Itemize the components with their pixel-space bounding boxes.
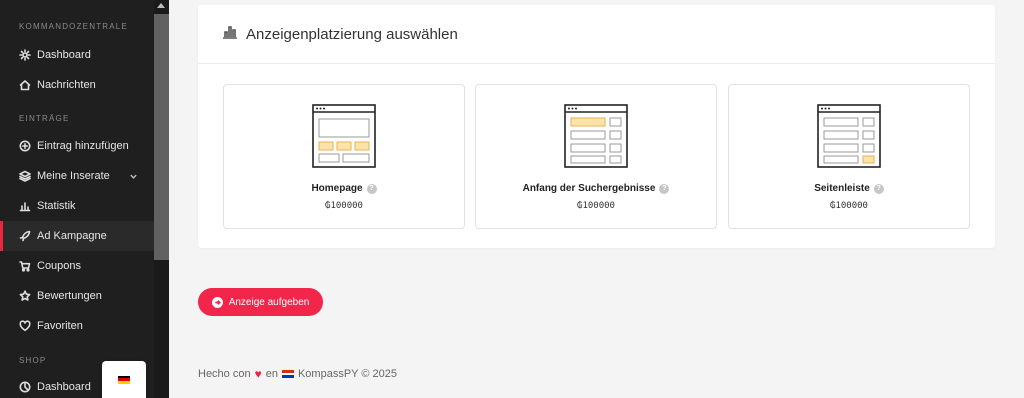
home-icon <box>19 79 31 91</box>
footer-brand[interactable]: KompassPY © 2025 <box>298 368 397 380</box>
sidebar: KOMMANDOZENTRALE Dashboard Nachrichten E… <box>0 0 169 398</box>
chevron-down-icon[interactable] <box>129 172 138 184</box>
placement-option-sidebar[interactable]: Seitenleiste? ₲100000 <box>728 84 970 229</box>
sidebar-layout-icon <box>817 104 881 168</box>
bar-chart-icon <box>222 25 238 44</box>
arrow-right-icon <box>211 296 223 308</box>
help-icon[interactable]: ? <box>873 183 884 194</box>
option-price: ₲100000 <box>325 201 363 211</box>
sidebar-item-messages[interactable]: Nachrichten <box>0 70 154 100</box>
option-name: Anfang der Suchergebnisse? <box>476 183 716 194</box>
plus-circle-icon <box>19 140 31 152</box>
sidebar-item-statistics[interactable]: Statistik <box>0 191 154 221</box>
place-ad-button-label: Anzeige aufgeben <box>228 296 310 308</box>
sidebar-item-ad-campaign[interactable]: Ad Kampagne <box>0 221 154 251</box>
scroll-up-arrow-icon[interactable] <box>157 3 165 8</box>
option-price: ₲100000 <box>577 201 615 211</box>
sidebar-item-my-listings[interactable]: Meine Inserate <box>0 161 154 191</box>
placement-option-homepage[interactable]: Homepage? ₲100000 <box>223 84 465 229</box>
sidebar-item-add-entry[interactable]: Eintrag hinzufügen <box>0 131 154 161</box>
footer-text-before: Hecho con <box>198 368 251 380</box>
sidebar-item-label: Bewertungen <box>37 290 102 302</box>
heart-icon: ♥ <box>254 367 262 381</box>
option-name: Seitenleiste? <box>729 183 969 194</box>
card-title: Anzeigenplatzierung auswählen <box>246 25 458 43</box>
pie-icon <box>19 381 31 393</box>
sidebar-item-label: Favoriten <box>37 320 83 332</box>
section-label-shop: SHOP <box>19 356 47 365</box>
rocket-icon <box>19 230 31 242</box>
footer-text-middle: en <box>265 368 278 380</box>
place-ad-button[interactable]: Anzeige aufgeben <box>198 288 323 316</box>
sidebar-item-coupons[interactable]: Coupons <box>0 251 154 281</box>
cart-icon <box>19 260 31 272</box>
sidebar-item-label: Nachrichten <box>37 79 96 91</box>
sidebar-item-label: Eintrag hinzufügen <box>37 140 129 152</box>
sidebar-item-dashboard[interactable]: Dashboard <box>0 40 154 70</box>
placement-option-search-top[interactable]: Anfang der Suchergebnisse? ₲100000 <box>475 84 717 229</box>
card-header: Anzeigenplatzierung auswählen <box>198 5 995 64</box>
homepage-layout-icon <box>312 104 376 168</box>
section-label-command: KOMMANDOZENTRALE <box>19 22 128 31</box>
option-name: Homepage? <box>224 183 464 194</box>
german-flag-icon <box>118 375 130 384</box>
scrollbar-thumb[interactable] <box>154 14 169 260</box>
placement-card: Anzeigenplatzierung auswählen Homepage? … <box>198 5 995 248</box>
sidebar-item-label: Dashboard <box>37 49 91 61</box>
bar-chart-icon <box>19 200 31 212</box>
gear-icon <box>19 49 31 61</box>
sidebar-item-favorites[interactable]: Favoriten <box>0 311 154 341</box>
help-icon[interactable]: ? <box>366 183 377 194</box>
section-label-entries: EINTRÄGE <box>19 114 70 123</box>
help-icon[interactable]: ? <box>659 183 670 194</box>
sidebar-item-label: Statistik <box>37 200 76 212</box>
sidebar-scrollbar[interactable] <box>154 0 169 398</box>
option-price: ₲100000 <box>830 201 868 211</box>
language-switcher[interactable] <box>102 361 146 398</box>
sidebar-item-reviews[interactable]: Bewertungen <box>0 281 154 311</box>
heart-icon <box>19 320 31 332</box>
sidebar-item-label: Ad Kampagne <box>37 230 107 242</box>
sidebar-item-label: Meine Inserate <box>37 170 110 182</box>
star-icon <box>19 290 31 302</box>
paraguay-flag-icon <box>281 370 294 379</box>
footer: Hecho con ♥ en KompassPY © 2025 <box>198 367 397 381</box>
search-results-layout-icon <box>564 104 628 168</box>
sidebar-item-label: Dashboard <box>37 381 91 393</box>
layers-icon <box>19 170 31 182</box>
sidebar-item-label: Coupons <box>37 260 82 272</box>
